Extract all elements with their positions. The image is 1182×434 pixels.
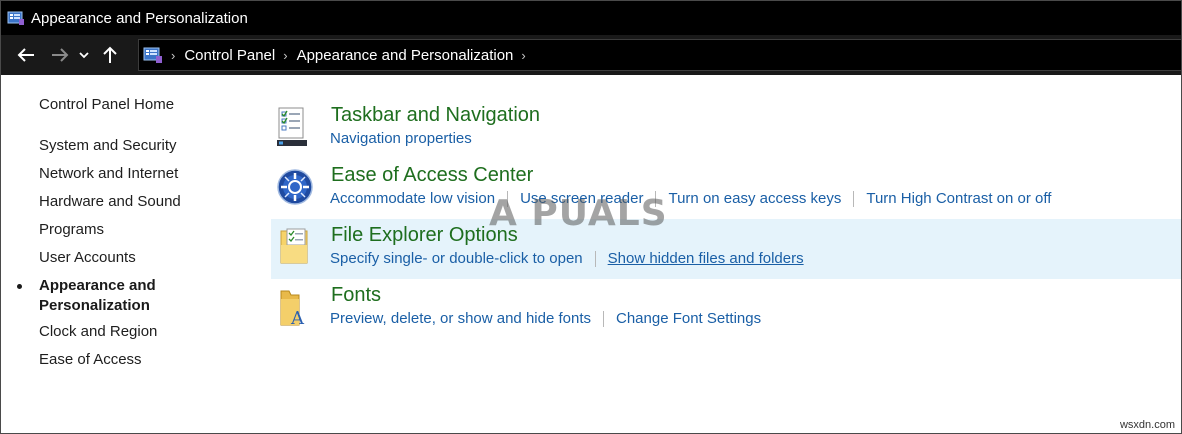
control-panel-icon [7,11,24,25]
sidebar-item-user-accounts[interactable]: User Accounts [39,248,136,268]
fonts-folder-icon: A [280,290,305,327]
ease-of-access-icon [277,169,313,205]
chevron-right-icon: › [171,47,176,63]
easy-access-keys-link[interactable]: Turn on easy access keys [668,189,841,209]
sidebar-item-system-security[interactable]: System and Security [39,136,177,156]
window-title: Appearance and Personalization [31,9,248,27]
breadcrumb-control-panel[interactable]: Control Panel [184,47,275,64]
navigation-properties-link[interactable]: Navigation properties [330,129,472,149]
fonts-title[interactable]: Fonts [331,281,381,309]
category-fonts: A Fonts Preview, delete, or show and hid… [271,281,1181,341]
fonts-links: Preview, delete, or show and hide fonts … [330,309,761,329]
ease-of-access-title[interactable]: Ease of Access Center [331,161,533,189]
sidebar-item-control-panel-home[interactable]: Control Panel Home [39,95,174,115]
file-explorer-options-links: Specify single- or double-click to open … [330,249,804,269]
high-contrast-link[interactable]: Turn High Contrast on or off [866,189,1051,209]
taskbar-navigation-title[interactable]: Taskbar and Navigation [331,101,540,129]
back-button[interactable] [11,40,41,70]
preview-fonts-link[interactable]: Preview, delete, or show and hide fonts [330,309,591,329]
ease-of-access-links: Accommodate low vision Use screen reader… [330,189,1051,209]
single-double-click-link[interactable]: Specify single- or double-click to open [330,249,583,269]
chevron-down-icon [79,52,89,59]
breadcrumb-appearance[interactable]: Appearance and Personalization [297,47,514,64]
control-panel-window: Appearance and Personalization › Control… [0,0,1182,434]
category-ease-of-access: Ease of Access Center Accommodate low vi… [271,161,1181,221]
link-divider [603,311,604,327]
up-button[interactable] [95,40,125,70]
navigation-bar: › Control Panel › Appearance and Persona… [1,35,1181,75]
forward-button[interactable] [45,40,75,70]
arrow-left-icon [17,48,34,62]
category-file-explorer-options[interactable]: File Explorer Options Specify single- or… [271,219,1181,279]
sidebar-item-clock-region[interactable]: Clock and Region [39,322,157,342]
svg-text:A: A [290,308,305,327]
title-bar: Appearance and Personalization [1,1,1181,35]
sidebar-item-programs[interactable]: Programs [39,220,104,240]
sidebar-item-appearance-line2: Personalization [39,297,150,314]
change-font-settings-link[interactable]: Change Font Settings [616,309,761,329]
category-list: Taskbar and Navigation Navigation proper… [271,75,1181,433]
accommodate-low-vision-link[interactable]: Accommodate low vision [330,189,495,209]
chevron-right-icon[interactable]: › [283,48,287,63]
sidebar-item-ease-of-access[interactable]: Ease of Access [39,350,142,370]
current-item-bullet [17,284,22,289]
sidebar-item-network-internet[interactable]: Network and Internet [39,164,178,184]
watermark-logo: A PUALS [489,193,668,234]
address-bar[interactable]: › Control Panel › Appearance and Persona… [138,39,1181,71]
folder-options-icon [280,228,308,264]
arrow-right-icon [52,48,69,62]
chevron-right-icon[interactable]: › [521,48,525,63]
watermark-site: wsxdn.com [1119,419,1175,431]
sidebar: Control Panel Home System and Security N… [1,75,261,433]
link-divider [594,251,596,267]
sidebar-item-hardware-sound[interactable]: Hardware and Sound [39,192,181,212]
control-panel-location-icon [143,47,162,63]
link-divider [853,191,855,207]
show-hidden-files-link[interactable]: Show hidden files and folders [608,249,804,269]
category-taskbar-navigation: Taskbar and Navigation Navigation proper… [271,101,1181,161]
sidebar-item-appearance-line1: Appearance and [39,277,156,294]
recent-locations-button[interactable] [75,40,93,70]
arrow-up-icon [103,46,117,63]
taskbar-checklist-icon [277,107,307,146]
taskbar-navigation-links: Navigation properties [330,129,472,149]
